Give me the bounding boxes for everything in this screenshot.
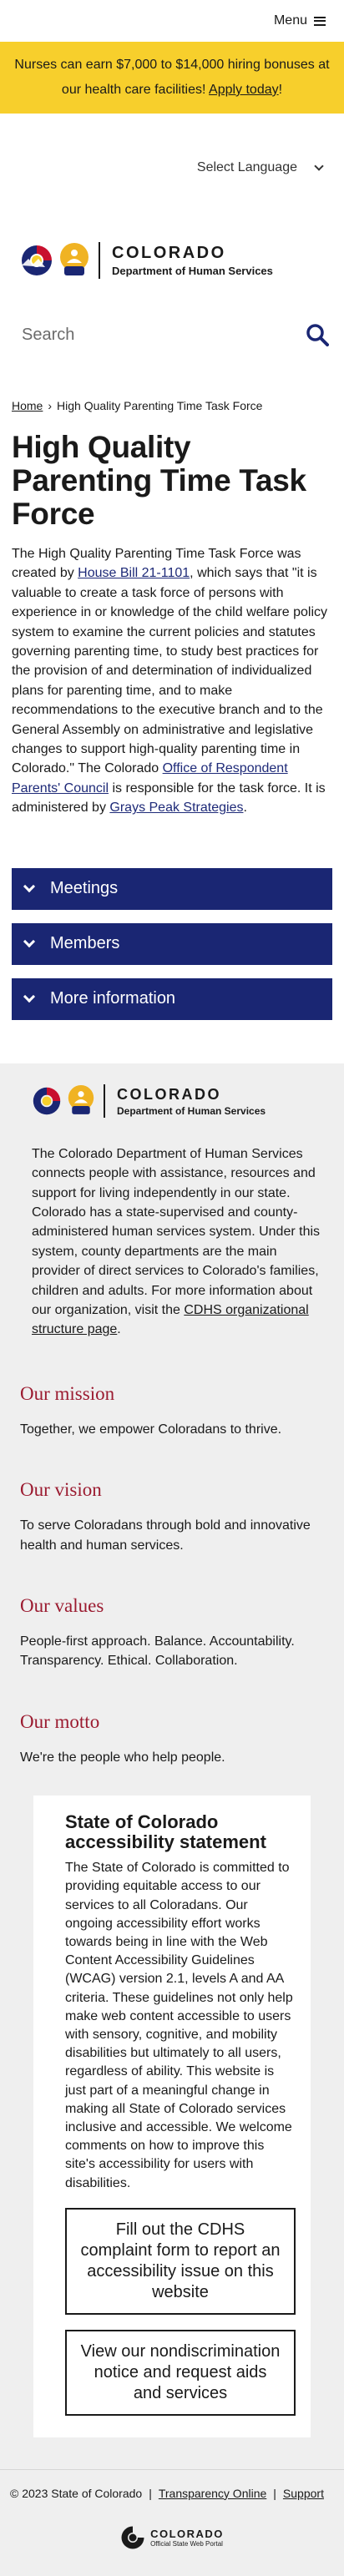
grays-peak-link[interactable]: Grays Peak Strategies bbox=[109, 801, 243, 815]
motto-text: We're the people who help people. bbox=[20, 1750, 225, 1765]
accessibility-statement: State of Colorado accessibility statemen… bbox=[33, 1796, 311, 2437]
colorado-c-icon bbox=[121, 2526, 144, 2549]
mission-heading: Our mission bbox=[20, 1382, 115, 1404]
about-paragraph: The Colorado Department of Human Service… bbox=[20, 1144, 324, 1340]
apply-today-link[interactable]: Apply today bbox=[209, 83, 279, 97]
chevron-down-icon bbox=[23, 935, 36, 947]
breadcrumb-home[interactable]: Home bbox=[12, 399, 43, 412]
alert-text-after: ! bbox=[278, 83, 283, 97]
logo-line-1: COLORADO bbox=[117, 1085, 221, 1103]
logo-text: COLORADO Department of Human Services bbox=[112, 244, 273, 277]
footer-separator: | bbox=[149, 2486, 152, 2500]
transparency-online-link[interactable]: Transparency Online bbox=[159, 2487, 266, 2500]
colorado-c-icon bbox=[32, 1086, 62, 1116]
house-bill-link[interactable]: House Bill 21-1101 bbox=[78, 566, 190, 580]
intro-text-4: . bbox=[243, 801, 247, 816]
values-text: People-first approach. Balance. Accounta… bbox=[20, 1634, 295, 1669]
footer-cdhs-logo[interactable]: COLORADO Department of Human Services bbox=[32, 1083, 324, 1119]
footer-about: COLORADO Department of Human Services Th… bbox=[0, 1063, 344, 2469]
alert-banner: Nurses can earn $7,000 to $14,000 hiring… bbox=[0, 42, 344, 114]
menu-button[interactable]: Menu bbox=[274, 13, 326, 28]
accordion-group: Meetings Members More information bbox=[12, 867, 332, 1020]
bottom-bar: © 2023 State of Colorado | Transparency … bbox=[0, 2468, 344, 2576]
breadcrumb-current: High Quality Parenting Time Task Force bbox=[57, 399, 263, 412]
vision-heading: Our vision bbox=[20, 1479, 102, 1501]
alert-text: Nurses can earn $7,000 to $14,000 hiring… bbox=[8, 53, 336, 103]
nondiscrimination-button[interactable]: View our nondiscrimination notice and re… bbox=[65, 2329, 296, 2416]
footer-separator: | bbox=[273, 2486, 276, 2500]
top-bar: Menu bbox=[0, 0, 344, 42]
search-row bbox=[0, 299, 344, 371]
accordion-label: Members bbox=[50, 934, 120, 953]
language-select-label: Select Language bbox=[196, 160, 297, 174]
state-logo-text: COLORADO Official State Web Portal bbox=[150, 2528, 224, 2548]
accordion-label: More information bbox=[50, 989, 176, 1008]
search-icon bbox=[306, 324, 329, 346]
hamburger-icon bbox=[314, 16, 326, 26]
cdhs-logo[interactable]: COLORADO Department of Human Services bbox=[20, 241, 273, 280]
logo-line-1: COLORADO bbox=[112, 244, 226, 262]
colorado-c-icon bbox=[20, 244, 53, 277]
accordion-more-information[interactable]: More information bbox=[12, 977, 332, 1020]
logo-line-2: Department of Human Services bbox=[112, 265, 273, 277]
accessibility-text: The State of Colorado is committed to pr… bbox=[65, 1861, 293, 2190]
intro-text-2: , which says that "it is valuable to cre… bbox=[12, 566, 327, 776]
state-portal-logo[interactable]: COLORADO Official State Web Portal bbox=[10, 2525, 334, 2550]
vision-text: To serve Coloradans through bold and inn… bbox=[20, 1518, 311, 1553]
breadcrumb-separator: › bbox=[48, 399, 53, 412]
mission-text: Together, we empower Coloradans to thriv… bbox=[20, 1422, 282, 1437]
complaint-form-button[interactable]: Fill out the CDHS complaint form to repo… bbox=[65, 2207, 296, 2315]
accessibility-heading: State of Colorado accessibility statemen… bbox=[65, 1811, 266, 1853]
cdhs-badge-icon bbox=[58, 241, 90, 280]
about-text-1: The Colorado Department of Human Service… bbox=[32, 1146, 321, 1317]
cdhs-badge-icon bbox=[67, 1083, 95, 1119]
language-select[interactable]: Select Language bbox=[196, 160, 324, 175]
footer-links: © 2023 State of Colorado | Transparency … bbox=[10, 2487, 334, 2500]
breadcrumb: Home › High Quality Parenting Time Task … bbox=[12, 399, 332, 412]
state-logo-line-2: Official State Web Portal bbox=[150, 2539, 223, 2548]
logo-row: COLORADO Department of Human Services bbox=[0, 222, 344, 299]
chevron-down-icon bbox=[314, 161, 324, 171]
main-content: Home › High Quality Parenting Time Task … bbox=[0, 399, 344, 1020]
about-text-2: . bbox=[117, 1322, 121, 1337]
search-input[interactable] bbox=[22, 325, 272, 345]
support-link[interactable]: Support bbox=[283, 2487, 324, 2500]
search-button[interactable] bbox=[302, 320, 332, 350]
menu-label: Menu bbox=[273, 13, 307, 28]
logo-line-2: Department of Human Services bbox=[117, 1104, 266, 1117]
intro-paragraph: The High Quality Parenting Time Task For… bbox=[12, 544, 332, 818]
accordion-meetings[interactable]: Meetings bbox=[12, 867, 332, 910]
logo-divider bbox=[104, 1084, 105, 1119]
logo-text: COLORADO Department of Human Services bbox=[117, 1086, 266, 1117]
state-logo-line-1: COLORADO bbox=[150, 2527, 224, 2540]
motto-heading: Our motto bbox=[20, 1710, 100, 1732]
accordion-label: Meetings bbox=[50, 879, 119, 898]
language-row: Select Language bbox=[0, 114, 344, 222]
accordion-members[interactable]: Members bbox=[12, 922, 332, 965]
chevron-down-icon bbox=[23, 880, 36, 892]
values-heading: Our values bbox=[20, 1594, 104, 1616]
page-title: High Quality Parenting Time Task Force bbox=[12, 430, 306, 531]
logo-divider bbox=[99, 242, 100, 279]
copyright: © 2023 State of Colorado bbox=[10, 2486, 143, 2500]
chevron-down-icon bbox=[23, 990, 36, 1003]
